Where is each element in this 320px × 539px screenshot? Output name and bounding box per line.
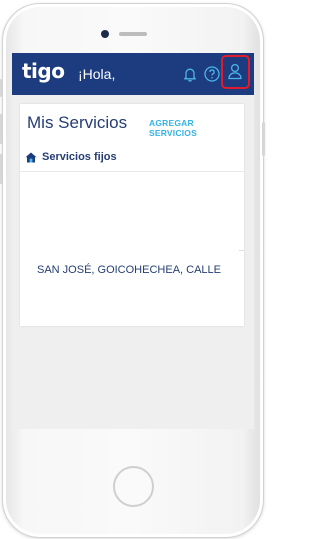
profile-button-highlight[interactable] <box>221 55 250 89</box>
greeting-text: ¡Hola, <box>78 66 116 82</box>
add-services-link[interactable]: AGREGAR SERVICIOS <box>149 118 244 138</box>
tigo-logo[interactable]: tigo <box>22 59 65 83</box>
phone-side-button <box>0 79 2 97</box>
fixed-services-label: Servicios fijos <box>42 151 117 163</box>
user-profile-icon[interactable] <box>227 63 243 80</box>
services-card: Mis Servicios AGREGAR SERVICIOS Servicio… <box>20 104 244 326</box>
row-divider-stub <box>239 250 244 251</box>
phone-power-button <box>262 122 265 156</box>
bell-icon[interactable] <box>181 65 199 83</box>
home-icon <box>25 152 37 163</box>
help-icon[interactable] <box>203 65 221 83</box>
phone-volume-down-button <box>0 154 2 184</box>
phone-volume-up-button <box>0 114 2 144</box>
service-address[interactable]: SAN JOSÉ, GOICOHECHEA, CALLE <box>37 264 221 276</box>
phone-screen: tigo ¡Hola, Mis Servicios AGREGAR SERVIC… <box>12 53 254 429</box>
section-divider <box>20 171 244 172</box>
earpiece-speaker <box>119 32 147 36</box>
front-camera <box>101 30 109 38</box>
app-header: tigo ¡Hola, <box>12 53 254 95</box>
phone-home-button <box>113 466 154 507</box>
services-title: Mis Servicios <box>27 113 128 132</box>
